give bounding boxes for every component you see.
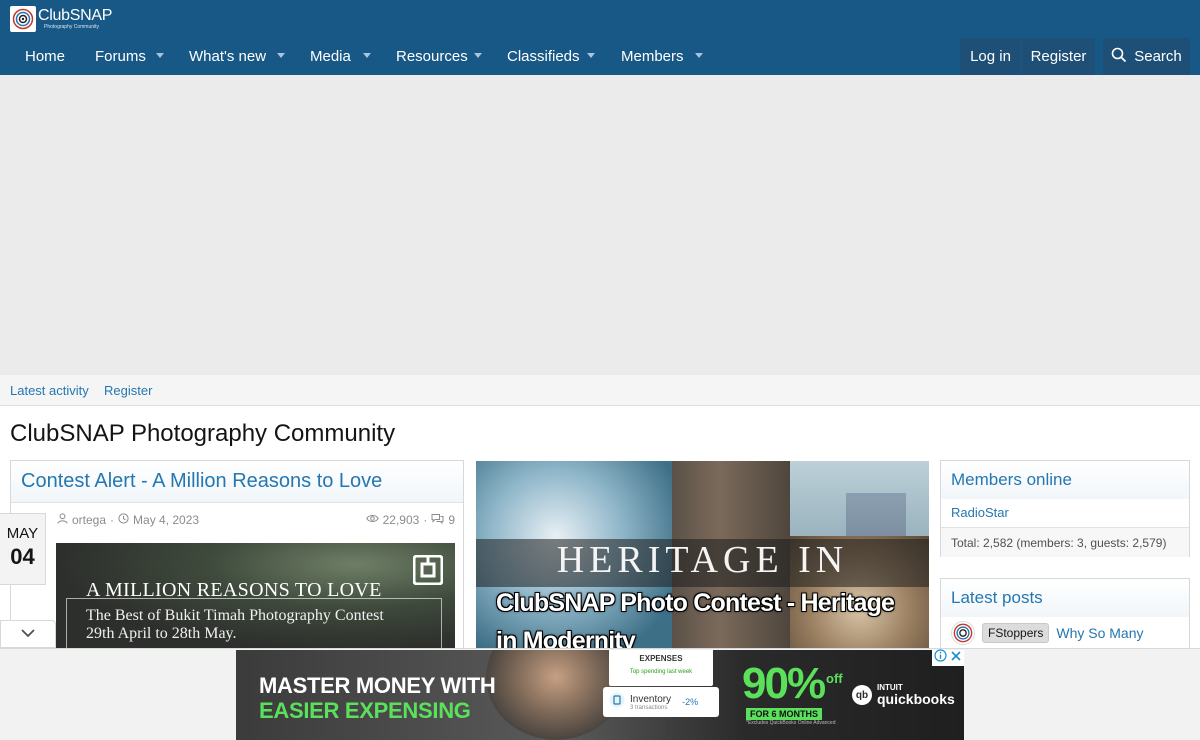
quickbooks-logo: qb INTUIT quickbooks: [852, 684, 955, 706]
contest-logo-icon: [412, 554, 444, 586]
meta-separator: ·: [110, 513, 115, 527]
site-header: ClubSNAP Photography Community: [0, 0, 1200, 38]
register-label: Register: [1030, 48, 1087, 65]
article-image[interactable]: A MILLION REASONS TO LOVE The Best of Bu…: [56, 543, 455, 651]
chevron-down-icon[interactable]: [587, 53, 595, 58]
nav-members[interactable]: Members: [621, 38, 684, 75]
page-title: ClubSNAP Photography Community: [10, 420, 396, 447]
nav-forums[interactable]: Forums: [95, 38, 146, 75]
chevron-down-icon[interactable]: [695, 53, 703, 58]
nav-whats-new-label: What's new: [189, 48, 267, 65]
inventory-change: -2%: [682, 697, 699, 707]
post-title[interactable]: Why So Many: [1056, 625, 1143, 641]
collapse-toggle[interactable]: [0, 620, 56, 648]
chevron-down-icon[interactable]: [363, 53, 371, 58]
post-prefix-badge: FStoppers: [982, 623, 1050, 643]
logo-tagline: Photography Community: [44, 24, 100, 30]
online-member[interactable]: RadioStar: [951, 505, 1009, 520]
article-block: Contest Alert - A Million Reasons to Lov…: [10, 460, 464, 651]
ad-offer-percent: 90%: [742, 659, 826, 708]
bottom-ad[interactable]: MASTER MONEY WITH EASIER EXPENSING EXPEN…: [236, 650, 964, 740]
search-icon: [1111, 47, 1127, 67]
ad-expenses-card: EXPENSES Top spending last week: [609, 650, 713, 686]
feature-caption[interactable]: ClubSNAP Photo Contest - Heritage in Mod…: [496, 584, 916, 651]
nav-classifieds-label: Classifieds: [507, 48, 580, 65]
inventory-name: Inventory: [630, 693, 672, 705]
ad-headline-accent: EASIER EXPENSING: [259, 698, 471, 723]
search-button[interactable]: Search: [1103, 38, 1190, 75]
nav-home[interactable]: Home: [25, 38, 65, 75]
ad-headline: MASTER MONEY WITH: [259, 673, 496, 698]
article-meta: ortega · May 4, 2023 22,903 · 9: [57, 513, 455, 529]
nav-forums-label: Forums: [95, 48, 146, 65]
ad-controls: [932, 649, 964, 667]
login-button[interactable]: Log in: [960, 38, 1021, 75]
ad-offer-term: FOR 6 MONTHS: [746, 708, 823, 720]
date-month: MAY: [6, 525, 39, 542]
date-day: 04: [10, 544, 35, 569]
main-nav: Home Forums What's new Media Resources C…: [0, 38, 1200, 75]
image-headline: A MILLION REASONS TO LOVE: [86, 579, 382, 601]
chevron-down-icon[interactable]: [474, 53, 482, 58]
article-title[interactable]: Contest Alert - A Million Reasons to Lov…: [21, 470, 382, 492]
image-dates: 29th April to 28th May.: [86, 625, 237, 642]
image-subline: The Best of Bukit Timah Photography Cont…: [86, 607, 384, 624]
logo-name: ClubSNAP: [38, 7, 113, 24]
nav-resources[interactable]: Resources: [396, 38, 468, 75]
search-label: Search: [1134, 48, 1182, 65]
meta-separator: ·: [423, 513, 428, 527]
ad-card-subtitle: Top spending last week: [629, 669, 693, 675]
feature-banner-text: HERITAGE IN: [556, 539, 849, 581]
close-icon[interactable]: [950, 649, 962, 667]
subnav-register[interactable]: Register: [104, 383, 152, 398]
article-date[interactable]: May 4, 2023: [133, 513, 199, 527]
article-header: Contest Alert - A Million Reasons to Lov…: [11, 461, 463, 503]
camera-lens-logo-icon: [10, 6, 36, 32]
user-icon: [57, 513, 68, 527]
nav-classifieds[interactable]: Classifieds: [507, 38, 580, 75]
feature-slide[interactable]: HERITAGE IN ClubSNAP Photo Contest - Her…: [476, 461, 929, 651]
avatar[interactable]: [951, 621, 975, 645]
clock-icon: [118, 513, 129, 527]
subnav-latest-activity[interactable]: Latest activity: [10, 383, 89, 398]
login-label: Log in: [970, 48, 1011, 65]
nav-media[interactable]: Media: [310, 38, 351, 75]
reply-count: 9: [448, 513, 455, 527]
members-total: Total: 2,582 (members: 3, guests: 2,579): [941, 527, 1189, 557]
nav-media-label: Media: [310, 48, 351, 65]
ad-card-title: EXPENSES: [639, 654, 683, 663]
article-author[interactable]: ortega: [72, 513, 106, 527]
site-logo[interactable]: ClubSNAP Photography Community: [10, 6, 112, 32]
members-online-title[interactable]: Members online: [941, 461, 1189, 499]
register-button[interactable]: Register: [1022, 38, 1095, 75]
inventory-icon: [609, 692, 625, 713]
inventory-sub: 3 transactions: [630, 704, 668, 711]
ad-info-icon[interactable]: [934, 649, 947, 667]
nav-whats-new[interactable]: What's new: [189, 38, 266, 75]
chevron-down-icon[interactable]: [277, 53, 285, 58]
nav-resources-label: Resources: [396, 48, 468, 65]
comments-icon: [431, 513, 444, 527]
chevron-down-icon: [20, 625, 36, 643]
sub-nav: Latest activity Register: [0, 375, 1200, 406]
brand-name: quickbooks: [877, 691, 955, 707]
latest-posts-title[interactable]: Latest posts: [941, 579, 1189, 617]
ad-offer-off: off: [826, 671, 843, 686]
list-item[interactable]: FStoppers Why So Many: [951, 621, 1144, 645]
chevron-down-icon[interactable]: [156, 53, 164, 58]
latest-posts-block: Latest posts FStoppers Why So Many: [940, 578, 1190, 650]
nav-home-label: Home: [25, 48, 66, 65]
nav-members-label: Members: [621, 48, 684, 65]
ad-fine-print: *Excludes QuickBooks Online Advanced: [746, 720, 836, 726]
members-online-block: Members online RadioStar Total: 2,582 (m…: [940, 460, 1190, 557]
ad-inventory-card: Inventory 3 transactions -2%: [603, 687, 719, 717]
eye-icon: [365, 513, 379, 527]
view-count: 22,903: [382, 513, 420, 527]
top-ad-slot: [0, 75, 1200, 375]
date-badge: MAY 04: [0, 513, 46, 585]
quickbooks-icon: qb: [852, 685, 872, 705]
